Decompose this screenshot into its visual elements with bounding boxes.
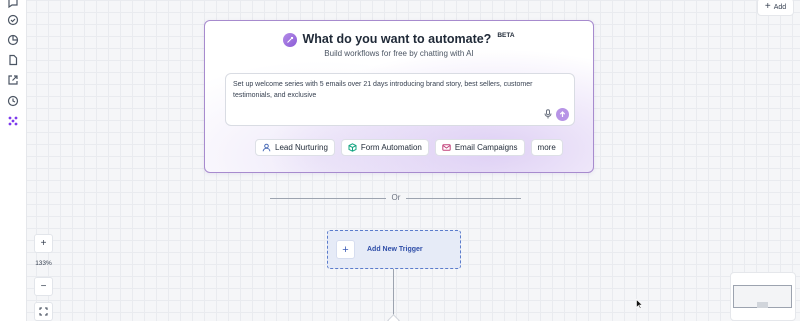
add-trigger-card[interactable]: + Add New Trigger [327, 230, 461, 269]
chip-lead-nurturing[interactable]: Lead Nurturing [255, 139, 335, 156]
fit-view-button[interactable] [34, 302, 53, 321]
chat-icon[interactable] [6, 0, 20, 10]
divider-line-left [270, 198, 386, 199]
plus-icon: + [764, 1, 771, 12]
expand-icon [39, 307, 48, 316]
chip-more[interactable]: more [530, 139, 563, 156]
zoom-level: 133% [35, 260, 52, 267]
ai-automation-card: What do you want to automate? BETA Build… [204, 20, 594, 173]
arrow-up-icon [559, 111, 566, 117]
zoom-in-icon: + [40, 238, 47, 249]
zoom-out-button[interactable]: − [34, 277, 53, 296]
left-sidebar [0, 0, 27, 321]
zoom-in-button[interactable]: + [34, 234, 53, 253]
pie-chart-icon[interactable] [6, 33, 20, 47]
send-button[interactable] [556, 108, 569, 121]
cube-icon [348, 143, 357, 152]
chip-email-campaigns[interactable]: Email Campaigns [434, 139, 525, 156]
ai-title-row: What do you want to automate? BETA [205, 32, 593, 47]
chip-label: Email Campaigns [454, 143, 518, 152]
history-icon[interactable] [6, 94, 20, 108]
chip-label: more [537, 143, 556, 152]
microphone-icon[interactable] [544, 109, 552, 119]
add-button-label: Add [773, 3, 787, 11]
check-circle-icon[interactable] [6, 13, 20, 27]
prompt-input[interactable]: Set up welcome series with 5 emails over… [225, 73, 575, 126]
ai-subtitle: Build workflows for free by chatting wit… [324, 49, 474, 58]
workflow-icon[interactable] [6, 114, 20, 128]
ai-title: What do you want to automate? [302, 32, 492, 46]
chip-label: Form Automation [360, 143, 422, 152]
connector-node [387, 314, 400, 321]
sparkle-icon [283, 33, 298, 47]
beta-badge: BETA [497, 32, 515, 39]
chip-label: Lead Nurturing [275, 143, 328, 152]
minimap[interactable] [730, 272, 796, 321]
plus-icon: + [336, 240, 355, 259]
mouse-cursor-icon [636, 299, 643, 309]
minimap-node [757, 302, 768, 308]
divider-line-right [406, 198, 521, 199]
share-icon[interactable] [6, 73, 20, 87]
prompt-text: Set up welcome series with 5 emails over… [233, 81, 533, 99]
chip-form-automation[interactable]: Form Automation [340, 139, 429, 156]
or-divider-label: Or [391, 193, 401, 202]
user-icon [262, 143, 271, 152]
zoom-out-icon: − [40, 281, 47, 292]
add-button[interactable]: + Add [757, 0, 794, 16]
suggestion-chips: Lead Nurturing Form Automation Email Cam… [255, 139, 563, 156]
add-trigger-label: Add New Trigger [367, 246, 423, 253]
mail-icon [442, 144, 451, 151]
file-icon[interactable] [6, 53, 20, 67]
